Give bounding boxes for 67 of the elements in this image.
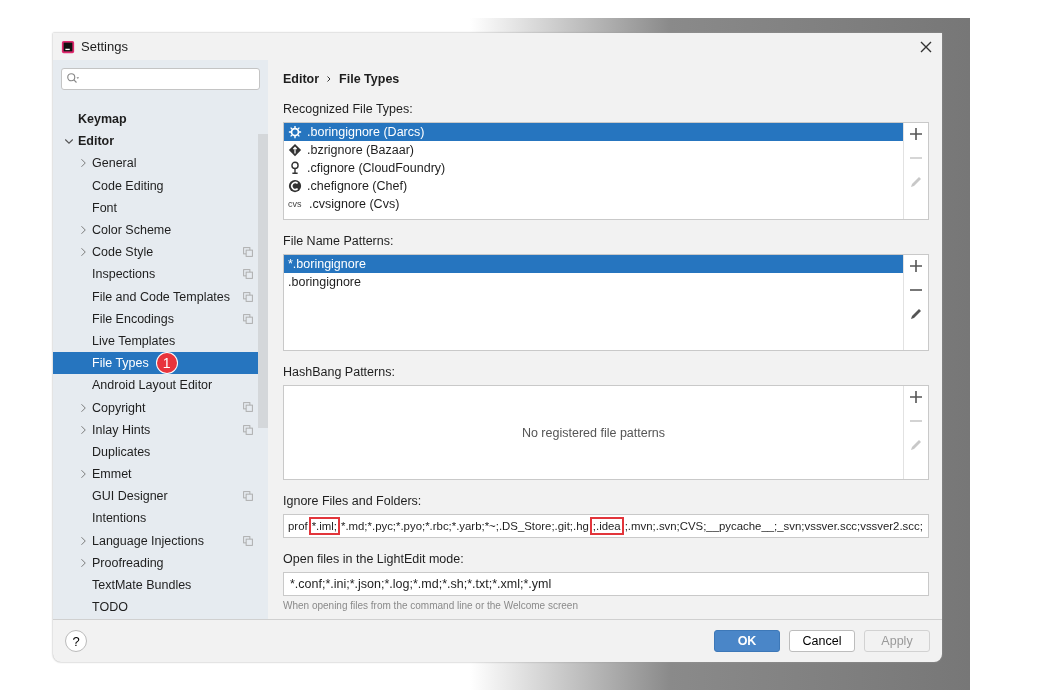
sidebar-item[interactable]: Keymap [53,108,258,131]
edit-button[interactable] [908,306,924,322]
sidebar-item[interactable]: Android Layout Editor [53,374,258,397]
chef-icon [288,179,302,193]
field-label: File Name Patterns: [283,234,395,248]
window-title: Settings [81,39,129,54]
list-item[interactable]: cvs .cvsignore (Cvs) [284,195,903,213]
ignore-files-field[interactable]: prof *.iml; *.md;*.pyc;*.pyo;*.rbc;*.yarb;*~;.DS_Store;.git;.hg ;.idea ;.mvn;.svn;CVS;__pycache__;_svn;vssver.scc;vssver2.scc; [283,514,929,538]
field-label: Recognized File Types: [283,102,414,116]
sidebar-item[interactable]: GUI Designer [53,485,258,508]
add-button[interactable] [908,389,924,405]
number-badge: 1 [156,353,177,374]
sidebar-item[interactable]: Emmet [53,463,258,486]
diamond-icon [288,143,302,157]
plus-icon [908,389,924,405]
pencil-icon [908,174,924,190]
sidebar-item[interactable]: Editor [53,130,258,153]
sidebar-item[interactable]: Duplicates [53,440,258,463]
minus-icon [909,420,923,422]
pencil-icon [908,437,924,453]
list-item[interactable]: .chefignore (Chef) [284,177,903,195]
dialog-button[interactable]: OK [714,630,780,652]
sidebar-item[interactable]: Inspections [53,263,258,286]
sidebar-item[interactable]: File Types 1 [53,352,258,375]
minus-icon [909,157,923,159]
sidebar-item[interactable]: File and Code Templates [53,285,258,308]
field-label: HashBang Patterns: [283,365,396,379]
empty-message: No registered file patterns [521,425,666,440]
sidebar-item[interactable]: File Encodings [53,307,258,330]
list-item[interactable]: .boringignore (Darcs) [284,123,903,141]
breadcrumb-item: File Types [339,72,400,86]
sidebar-item[interactable]: General [53,152,258,175]
plus-icon [908,258,924,274]
help-button[interactable]: ? [65,630,87,652]
sidebar-item[interactable]: Color Scheme [53,218,258,242]
gear-icon [288,125,302,139]
field-label: Ignore Files and Folders: [283,494,423,508]
sidebar-item[interactable]: Copyright [53,396,258,419]
hint-text: When opening files from the command line or the Welcome screen [283,600,579,611]
sidebar-item[interactable]: Language Injections [53,529,258,552]
search-field[interactable] [61,68,260,90]
field-label: Open files in the LightEdit mode: [283,552,465,566]
sidebar-item[interactable]: TextMate Bundles [53,573,258,597]
add-button[interactable] [908,258,924,274]
list-item[interactable]: .cfignore (CloudFoundry) [284,159,903,177]
sidebar-item[interactable]: Live Templates [53,329,258,353]
lightedit-field[interactable]: *.conf;*.ini;*.json;*.log;*.md;*.sh;*.txt;*.xml;*.yml [283,572,929,596]
sidebar-item[interactable]: Proofreading [53,551,258,574]
pin-icon [288,161,302,175]
plus-icon [908,126,924,142]
breadcrumb-item: Editor [283,72,320,86]
sidebar-item[interactable]: Font [53,196,258,219]
sidebar-item[interactable]: Code Editing [53,174,258,197]
cvs-label: cvs [288,199,303,209]
pencil-icon [908,306,924,322]
sidebar-item[interactable]: TODO [53,596,258,619]
minus-icon [909,289,923,291]
list-item[interactable]: .boringignore [284,273,903,291]
dialog-button[interactable]: Cancel [789,630,855,652]
sidebar-item[interactable]: Code Style [53,241,258,264]
app-logo-icon [61,39,75,54]
scrollbar[interactable] [258,134,268,428]
sidebar-item[interactable]: Inlay Hints [53,418,258,441]
list-item[interactable]: *.boringignore [284,255,903,273]
list-item[interactable]: .bzrignore (Bazaar) [284,141,903,159]
add-button[interactable] [908,126,924,142]
sidebar-item[interactable]: Intentions [53,507,258,530]
